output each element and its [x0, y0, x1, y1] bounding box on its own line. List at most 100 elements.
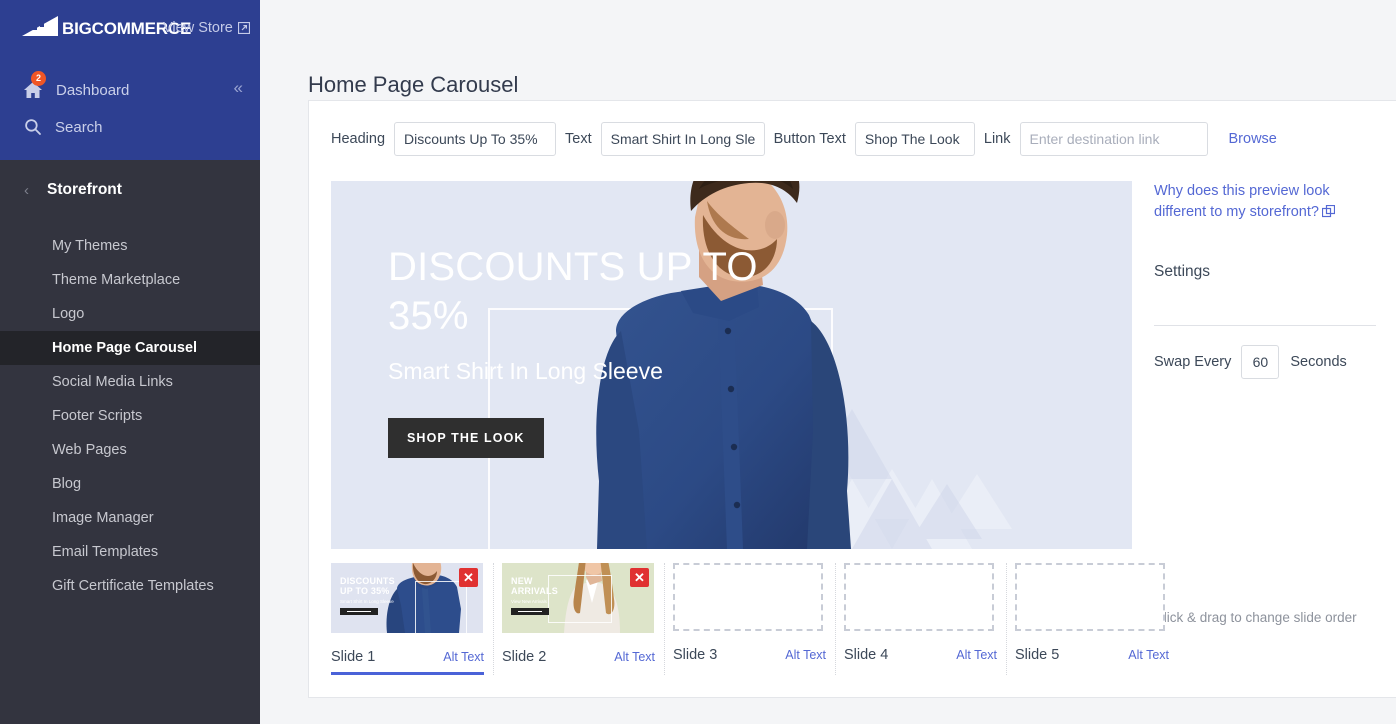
notification-badge: 2 [31, 71, 46, 86]
slide-3-meta: Slide 3 Alt Text [673, 647, 826, 670]
slide-1-meta: Slide 1 Alt Text [331, 649, 484, 675]
left-sidebar: BIGCOMMERCE View Store 2 Dashboard « Sea… [0, 0, 260, 724]
sidebar-item-label: Logo [52, 306, 85, 322]
sidebar-nav-list: My Themes Theme Marketplace Logo Home Pa… [0, 229, 260, 603]
sidebar-item-label: Web Pages [52, 442, 127, 458]
sidebar-item-label: Blog [52, 476, 82, 492]
slide-fields-row: Heading Text Button Text Link Browse [331, 122, 1277, 156]
sidebar-item-label: My Themes [52, 238, 128, 254]
page-title: Home Page Carousel [308, 71, 519, 97]
slide-1-thumb-heading: DISCOUNTS UP TO 35% [340, 576, 395, 596]
sidebar-item-home-page-carousel[interactable]: Home Page Carousel [0, 331, 260, 365]
button-text-label: Button Text [773, 131, 846, 147]
slide-5-name: Slide 5 [1015, 647, 1060, 663]
sidebar-section-title: Storefront [47, 181, 122, 198]
heading-label: Heading [331, 131, 386, 147]
slide-2-meta: Slide 2 Alt Text [502, 649, 655, 672]
preview-text: Smart Shirt In Long Sleeve [388, 358, 663, 384]
carousel-editor-card: Heading Text Button Text Link Browse [308, 100, 1396, 698]
delete-slide-2-button[interactable]: ✕ [630, 568, 649, 587]
browse-button[interactable]: Browse [1229, 131, 1277, 147]
sidebar-item-footer-scripts[interactable]: Footer Scripts [0, 399, 260, 433]
view-store-label: View Store [163, 20, 233, 36]
preview-cta-button[interactable]: SHOP THE LOOK [388, 418, 544, 458]
external-link-icon [237, 22, 250, 34]
slide-5-alt-text-link[interactable]: Alt Text [1128, 648, 1169, 662]
sidebar-item-image-manager[interactable]: Image Manager [0, 501, 260, 535]
why-preview-different-link[interactable]: Why does this preview look different to … [1154, 181, 1376, 223]
sidebar-item-logo[interactable]: Logo [0, 297, 260, 331]
swap-seconds-unit: Seconds [1290, 354, 1347, 370]
slide-item-3[interactable]: Slide 3 Alt Text [673, 563, 836, 675]
slide-3-name: Slide 3 [673, 647, 718, 663]
view-store-link[interactable]: View Store [163, 20, 250, 36]
sidebar-item-gift-certificate-templates[interactable]: Gift Certificate Templates [0, 569, 260, 603]
swap-every-label: Swap Every [1154, 354, 1232, 370]
settings-title: Settings [1154, 263, 1211, 280]
slide-item-2[interactable]: NEW ARRIVALS View New Arrivals ✕ Slide 2… [502, 563, 665, 675]
slide-item-5[interactable]: Slide 5 Alt Text [1015, 563, 1178, 675]
slide-4-name: Slide 4 [844, 647, 889, 663]
sidebar-item-web-pages[interactable]: Web Pages [0, 433, 260, 467]
sidebar-section-storefront[interactable]: ‹ Storefront [0, 160, 260, 220]
slide-3-alt-text-link[interactable]: Alt Text [785, 648, 826, 662]
slide-4-alt-text-link[interactable]: Alt Text [956, 648, 997, 662]
heading-input[interactable] [394, 122, 557, 156]
sidebar-item-label: Gift Certificate Templates [52, 578, 214, 594]
slide-2-name: Slide 2 [502, 649, 547, 665]
search-icon [24, 118, 42, 136]
link-label: Link [983, 131, 1011, 147]
sidebar-brand-header: BIGCOMMERCE View Store 2 Dashboard « Sea… [0, 0, 260, 160]
settings-panel: Why does this preview look different to … [1154, 181, 1376, 379]
slide-thumbnail-3-empty[interactable] [673, 563, 823, 631]
sidebar-item-blog[interactable]: Blog [0, 467, 260, 501]
slide-thumbnail-5-empty[interactable] [1015, 563, 1165, 631]
slide-2-thumb-heading: NEW ARRIVALS [511, 576, 558, 596]
slide-2-alt-text-link[interactable]: Alt Text [614, 650, 655, 664]
sidebar-item-label: Image Manager [52, 510, 154, 526]
text-input[interactable] [600, 122, 765, 156]
slide-thumbnail-2[interactable]: NEW ARRIVALS View New Arrivals ✕ [502, 563, 654, 633]
text-label: Text [565, 131, 592, 147]
slide-1-alt-text-link[interactable]: Alt Text [443, 650, 484, 664]
delete-slide-1-button[interactable]: ✕ [459, 568, 478, 587]
slide-5-meta: Slide 5 Alt Text [1015, 647, 1169, 670]
slide-4-meta: Slide 4 Alt Text [844, 647, 997, 670]
nav-dashboard-label: Dashboard [56, 81, 130, 99]
double-chevron-left-icon[interactable]: « [234, 78, 244, 98]
slide-thumbnail-1[interactable]: DISCOUNTS UP TO 35% Smart Shirt In Long … [331, 563, 483, 633]
swap-seconds-input[interactable] [1241, 345, 1280, 379]
sidebar-item-label: Home Page Carousel [52, 340, 198, 356]
slide-2-thumb-sub: View New Arrivals [511, 599, 547, 604]
sidebar-item-label: Email Templates [52, 544, 159, 560]
slide-1-thumb-button [340, 608, 378, 615]
sidebar-item-social-media-links[interactable]: Social Media Links [0, 365, 260, 399]
link-input[interactable] [1019, 122, 1208, 156]
slide-1-thumb-sub: Smart Shirt In Long Sleeve [340, 599, 394, 604]
slide-item-1[interactable]: DISCOUNTS UP TO 35% Smart Shirt In Long … [331, 563, 494, 675]
sidebar-item-label: Footer Scripts [52, 408, 143, 424]
main-content: Home Page Carousel Heading Text Button T… [260, 0, 1396, 724]
home-icon: 2 [22, 71, 46, 100]
chevron-left-icon[interactable]: ‹ [24, 182, 29, 199]
settings-divider [1154, 325, 1376, 326]
button-text-input[interactable] [854, 122, 975, 156]
why-preview-different-label: Why does this preview look different to … [1154, 183, 1330, 220]
slide-item-4[interactable]: Slide 4 Alt Text [844, 563, 1007, 675]
nav-search-label: Search [55, 118, 103, 136]
nav-search[interactable]: Search [0, 112, 260, 142]
slide-1-thumb-frame [415, 581, 467, 633]
swap-every-row: Swap Every Seconds [1154, 345, 1376, 379]
sidebar-item-label: Social Media Links [52, 374, 173, 390]
slide-thumbnail-4-empty[interactable] [844, 563, 994, 631]
sidebar-item-label: Theme Marketplace [52, 272, 181, 288]
preview-heading: DISCOUNTS UP TO 35% [388, 245, 758, 338]
nav-dashboard[interactable]: 2 Dashboard [0, 71, 260, 106]
slide-preview: DISCOUNTS UP TO 35% Smart Shirt In Long … [331, 181, 1132, 549]
sidebar-item-theme-marketplace[interactable]: Theme Marketplace [0, 263, 260, 297]
sidebar-item-email-templates[interactable]: Email Templates [0, 535, 260, 569]
popout-window-icon [1321, 205, 1335, 218]
slides-strip: DISCOUNTS UP TO 35% Smart Shirt In Long … [331, 563, 1186, 675]
slide-1-name: Slide 1 [331, 649, 376, 665]
sidebar-item-my-themes[interactable]: My Themes [0, 229, 260, 263]
